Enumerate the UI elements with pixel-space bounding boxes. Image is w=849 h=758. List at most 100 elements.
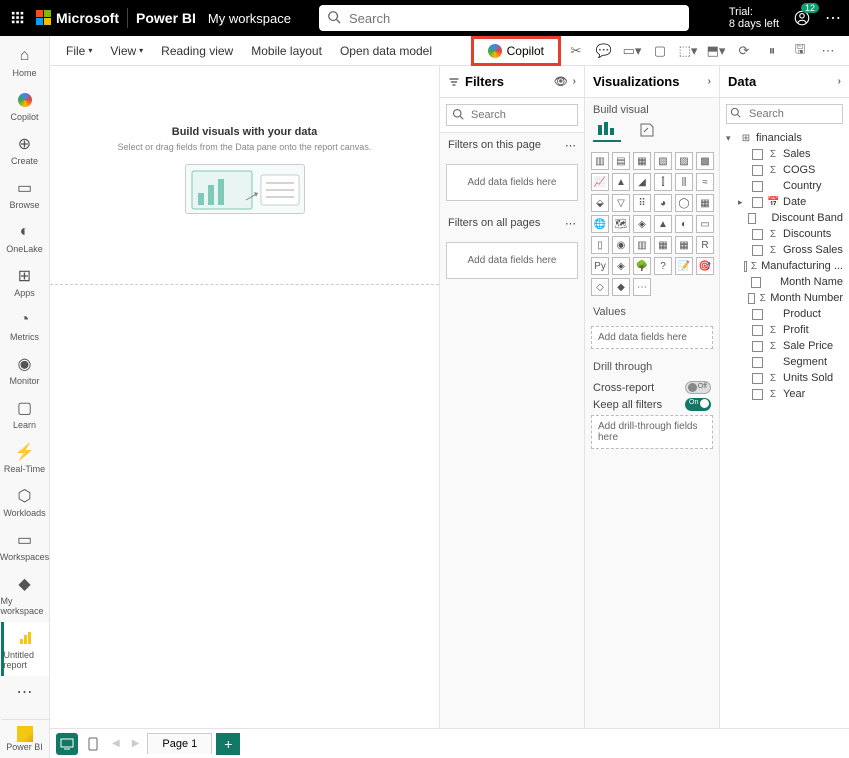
viz-goals[interactable]: 🎯 <box>696 257 714 275</box>
desktop-view-button[interactable] <box>56 733 78 755</box>
field-row[interactable]: ΣCOGS <box>720 162 849 178</box>
viz-narrative[interactable]: 📝 <box>675 257 693 275</box>
ribbon-file[interactable]: File▾ <box>58 40 100 62</box>
viz-kpi[interactable]: ◉ <box>612 236 630 254</box>
global-search-input[interactable] <box>319 5 689 31</box>
viz-card[interactable]: ▭ <box>696 215 714 233</box>
viz-shape-map[interactable]: ◈ <box>633 215 651 233</box>
viz-azure-map[interactable]: ▲ <box>654 215 672 233</box>
field-checkbox[interactable] <box>748 293 755 304</box>
refresh-icon[interactable]: ⟳ <box>731 40 757 62</box>
trial-status[interactable]: Trial: 8 days left <box>729 6 779 30</box>
viz-scatter[interactable]: ⠿ <box>633 194 651 212</box>
viz-clustered-bar[interactable]: ▦ <box>633 152 651 170</box>
textbox-icon[interactable]: ▭▾ <box>619 40 645 62</box>
mobile-view-button[interactable] <box>82 733 104 755</box>
eye-icon[interactable]: 👁 <box>554 75 568 88</box>
field-row[interactable]: Country <box>720 178 849 194</box>
viz-line-column[interactable]: ⫿ <box>654 173 672 191</box>
field-checkbox[interactable] <box>752 389 763 400</box>
app-launcher-icon[interactable] <box>8 8 28 28</box>
buttons-icon[interactable]: ⬚▾ <box>675 40 701 62</box>
more-icon[interactable]: ⋯ <box>825 8 841 28</box>
field-checkbox[interactable] <box>752 341 763 352</box>
field-row[interactable]: ΣMonth Number <box>720 290 849 306</box>
viz-multi-card[interactable]: ▯ <box>591 236 609 254</box>
viz-area[interactable]: ▲ <box>612 173 630 191</box>
chat-icon[interactable]: 💬 <box>591 40 617 62</box>
viz-gauge[interactable]: ◐ <box>675 215 693 233</box>
rail-workspaces[interactable]: ▭Workspaces <box>1 524 49 568</box>
field-checkbox[interactable] <box>752 373 763 384</box>
field-row[interactable]: ΣProfit <box>720 322 849 338</box>
add-page-button[interactable]: + <box>216 733 240 755</box>
viz-filled-map[interactable]: 🗺 <box>612 215 630 233</box>
rail-home[interactable]: ⌂Home <box>1 40 49 84</box>
field-checkbox[interactable] <box>752 149 763 160</box>
visual-icon[interactable]: ⬒▾ <box>703 40 729 62</box>
notifications-icon[interactable]: 12 <box>789 5 815 31</box>
viz-stacked-area[interactable]: ◢ <box>633 173 651 191</box>
viz-powerapps[interactable]: ◆ <box>612 278 630 296</box>
viz-decomp[interactable]: 🌳 <box>633 257 651 275</box>
copilot-button[interactable]: Copilot <box>478 41 554 61</box>
ribbon-open-data-model[interactable]: Open data model <box>332 40 440 62</box>
viz-slicer[interactable]: ▥ <box>633 236 651 254</box>
viz-tab-format[interactable] <box>633 118 661 142</box>
prev-page-icon[interactable]: ◀ <box>108 738 124 749</box>
collapse-icon[interactable]: › <box>838 76 841 87</box>
viz-tab-build[interactable] <box>593 118 621 142</box>
ribbon-reading-view[interactable]: Reading view <box>153 40 241 62</box>
field-row[interactable]: ΣSale Price <box>720 338 849 354</box>
viz-donut[interactable]: ◯ <box>675 194 693 212</box>
viz-r[interactable]: R <box>696 236 714 254</box>
rail-monitor[interactable]: ◉Monitor <box>1 348 49 392</box>
field-row[interactable]: ▸📅Date <box>720 194 849 210</box>
field-row[interactable]: ΣUnits Sold <box>720 370 849 386</box>
powerbi-brand[interactable]: Power BI <box>136 10 196 26</box>
field-row[interactable]: ΣDiscounts <box>720 226 849 242</box>
viz-100-column[interactable]: ▩ <box>696 152 714 170</box>
viz-stacked-bar[interactable]: ▥ <box>591 152 609 170</box>
rail-apps[interactable]: ⊞Apps <box>1 260 49 304</box>
viz-ribbon[interactable]: ≈ <box>696 173 714 191</box>
field-row[interactable]: ΣSales <box>720 146 849 162</box>
field-row[interactable]: ΣYear <box>720 386 849 402</box>
save-icon[interactable]: 🖫 <box>787 40 813 62</box>
rail-myworkspace[interactable]: ◆My workspace <box>1 568 49 622</box>
filters-page-drop[interactable]: Add data fields here <box>446 164 578 201</box>
rail-powerbi[interactable]: Power BI <box>1 719 49 758</box>
viz-waterfall[interactable]: ⬙ <box>591 194 609 212</box>
viz-pie[interactable]: ◕ <box>654 194 672 212</box>
cross-report-toggle[interactable]: Off <box>685 381 711 394</box>
viz-clustered-column[interactable]: ▧ <box>654 152 672 170</box>
ribbon-more-icon[interactable]: ⋯ <box>815 40 841 62</box>
field-checkbox[interactable] <box>751 277 761 288</box>
viz-paginated[interactable]: ◇ <box>591 278 609 296</box>
field-row[interactable]: Month Name <box>720 274 849 290</box>
filters-search-input[interactable] <box>446 104 578 126</box>
filters-all-drop[interactable]: Add data fields here <box>446 242 578 279</box>
field-checkbox[interactable] <box>752 229 763 240</box>
keep-filters-toggle[interactable]: On <box>685 398 711 411</box>
field-row[interactable]: Product <box>720 306 849 322</box>
report-canvas[interactable]: Build visuals with your data Select or d… <box>50 66 439 728</box>
viz-key-influencers[interactable]: ◈ <box>612 257 630 275</box>
viz-python[interactable]: Py <box>591 257 609 275</box>
viz-matrix[interactable]: ▦ <box>675 236 693 254</box>
field-row[interactable]: ΣGross Sales <box>720 242 849 258</box>
data-search[interactable] <box>720 98 849 128</box>
ribbon-mobile-layout[interactable]: Mobile layout <box>243 40 330 62</box>
page-tab-1[interactable]: Page 1 <box>147 733 212 754</box>
rail-realtime[interactable]: ⚡Real-Time <box>1 436 49 480</box>
table-row[interactable]: ▾ ⊞ financials <box>720 130 849 146</box>
viz-stacked-column[interactable]: ▤ <box>612 152 630 170</box>
chevron-down-icon[interactable]: ▾ <box>726 133 736 144</box>
viz-100-bar[interactable]: ▨ <box>675 152 693 170</box>
viz-qa[interactable]: ? <box>654 257 672 275</box>
field-checkbox[interactable] <box>752 197 763 208</box>
field-checkbox[interactable] <box>752 309 763 320</box>
rail-learn[interactable]: ▢Learn <box>1 392 49 436</box>
ribbon-view[interactable]: View▾ <box>102 40 151 62</box>
collapse-icon[interactable]: › <box>573 76 576 87</box>
